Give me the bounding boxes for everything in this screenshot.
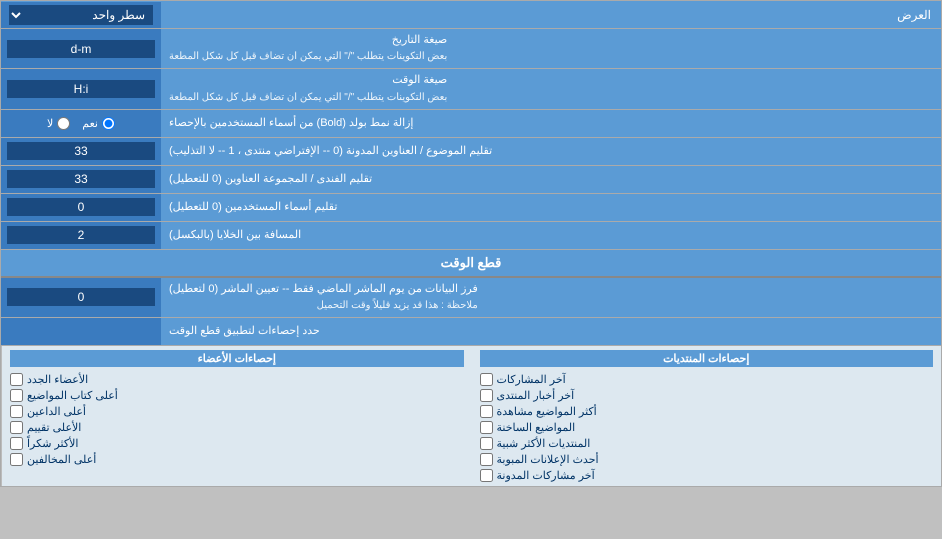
- forum-limit-input[interactable]: [7, 170, 155, 188]
- topic-limit-input[interactable]: [7, 142, 155, 160]
- cb-item-5: المنتديات الأكثر شبية: [480, 437, 934, 450]
- cb-item-m2: أعلى كتاب المواضيع: [10, 389, 464, 402]
- display-select-cell: سطر واحد سطرين ثلاثة أسطر: [1, 2, 161, 28]
- display-label: العرض: [161, 4, 941, 26]
- checkbox-limit-right: [1, 318, 161, 345]
- bold-remove-row: إزالة نمط بولد (Bold) من أسماء المستخدمي…: [1, 110, 941, 138]
- cb-item-m1: الأعضاء الجدد: [10, 373, 464, 386]
- realtime-section-header: قطع الوقت: [1, 250, 941, 278]
- username-limit-input[interactable]: [7, 198, 155, 216]
- display-row: العرض سطر واحد سطرين ثلاثة أسطر: [1, 1, 941, 29]
- forum-limit-input-cell: [1, 166, 161, 193]
- cb-latest-classifieds[interactable]: [480, 453, 493, 466]
- cb-item-6: أحدث الإعلانات المبوبة: [480, 453, 934, 466]
- date-format-label: صيغة التاريخ بعض التكوينات يتطلب "/" الت…: [161, 29, 941, 68]
- members-col-header: إحصاءات الأعضاء: [10, 350, 464, 367]
- cb-item-7: آخر مشاركات المدونة: [480, 469, 934, 482]
- bold-yes-label[interactable]: نعم: [82, 117, 115, 130]
- bold-no-label[interactable]: لا: [47, 117, 70, 130]
- time-format-label: صيغة الوقت بعض التكوينات يتطلب "/" التي …: [161, 69, 941, 108]
- realtime-input-cell: [1, 278, 161, 317]
- cb-item-m5: الأكثر شكراً: [10, 437, 464, 450]
- cb-latest-posts[interactable]: [480, 373, 493, 386]
- username-limit-label: تقليم أسماء المستخدمين (0 للتعطيل): [161, 194, 941, 221]
- cb-top-rated[interactable]: [10, 421, 23, 434]
- cb-item-m4: الأعلى تقييم: [10, 421, 464, 434]
- username-limit-input-cell: [1, 194, 161, 221]
- time-format-row: صيغة الوقت بعض التكوينات يتطلب "/" التي …: [1, 69, 941, 109]
- display-select[interactable]: سطر واحد سطرين ثلاثة أسطر: [9, 5, 153, 25]
- cb-similar-forums[interactable]: [480, 437, 493, 450]
- cell-spacing-row: المسافة بين الخلايا (بالبكسل): [1, 222, 941, 250]
- bold-remove-radio-cell: نعم لا: [1, 110, 161, 137]
- forum-limit-label: تقليم الفندى / المجموعة العناوين (0 للتع…: [161, 166, 941, 193]
- cell-spacing-input-cell: [1, 222, 161, 249]
- cb-most-thankful[interactable]: [10, 437, 23, 450]
- cb-forum-news[interactable]: [480, 389, 493, 402]
- realtime-row: فرز البيانات من يوم الماشر الماضي فقط --…: [1, 278, 941, 318]
- forum-limit-row: تقليم الفندى / المجموعة العناوين (0 للتع…: [1, 166, 941, 194]
- checkbox-limit-row: حدد إحصاءات لتطبيق قطع الوقت: [1, 318, 941, 346]
- realtime-label: فرز البيانات من يوم الماشر الماضي فقط --…: [161, 278, 941, 317]
- cb-item-m3: أعلى الداعين: [10, 405, 464, 418]
- date-format-input[interactable]: [7, 40, 155, 58]
- topic-limit-row: تقليم الموضوع / العناوين المدونة (0 -- ا…: [1, 138, 941, 166]
- cb-item-m6: أعلى المخالفين: [10, 453, 464, 466]
- time-format-input[interactable]: [7, 80, 155, 98]
- forums-col-header: إحصاءات المنتديات: [480, 350, 934, 367]
- date-format-row: صيغة التاريخ بعض التكوينات يتطلب "/" الت…: [1, 29, 941, 69]
- cb-item-2: آخر أخبار المنتدى: [480, 389, 934, 402]
- cb-blog-posts[interactable]: [480, 469, 493, 482]
- cb-top-authors[interactable]: [10, 389, 23, 402]
- cb-item-4: المواضيع الساخنة: [480, 421, 934, 434]
- cb-new-members[interactable]: [10, 373, 23, 386]
- checkbox-col-members: إحصاءات الأعضاء الأعضاء الجدد أعلى كتاب …: [1, 346, 472, 486]
- cb-item-1: آخر المشاركات: [480, 373, 934, 386]
- cell-spacing-label: المسافة بين الخلايا (بالبكسل): [161, 222, 941, 249]
- cb-top-violators[interactable]: [10, 453, 23, 466]
- cell-spacing-input[interactable]: [7, 226, 155, 244]
- bold-yes-radio[interactable]: [102, 117, 115, 130]
- settings-container: العرض سطر واحد سطرين ثلاثة أسطر صيغة الت…: [0, 0, 942, 487]
- checkbox-col-forums: إحصاءات المنتديات آخر المشاركات آخر أخبا…: [472, 346, 942, 486]
- topic-limit-label: تقليم الموضوع / العناوين المدونة (0 -- ا…: [161, 138, 941, 165]
- cb-most-viewed[interactable]: [480, 405, 493, 418]
- realtime-input[interactable]: [7, 288, 155, 306]
- bold-remove-label: إزالة نمط بولد (Bold) من أسماء المستخدمي…: [161, 110, 941, 137]
- bold-no-radio[interactable]: [57, 117, 70, 130]
- checkbox-grid: إحصاءات المنتديات آخر المشاركات آخر أخبا…: [1, 346, 941, 486]
- cb-hot-topics[interactable]: [480, 421, 493, 434]
- topic-limit-input-cell: [1, 138, 161, 165]
- date-format-input-cell: [1, 29, 161, 68]
- cb-top-inviters[interactable]: [10, 405, 23, 418]
- time-format-input-cell: [1, 69, 161, 108]
- cb-item-3: أكثر المواضيع مشاهدة: [480, 405, 934, 418]
- checkbox-limit-label: حدد إحصاءات لتطبيق قطع الوقت: [161, 318, 941, 345]
- username-limit-row: تقليم أسماء المستخدمين (0 للتعطيل): [1, 194, 941, 222]
